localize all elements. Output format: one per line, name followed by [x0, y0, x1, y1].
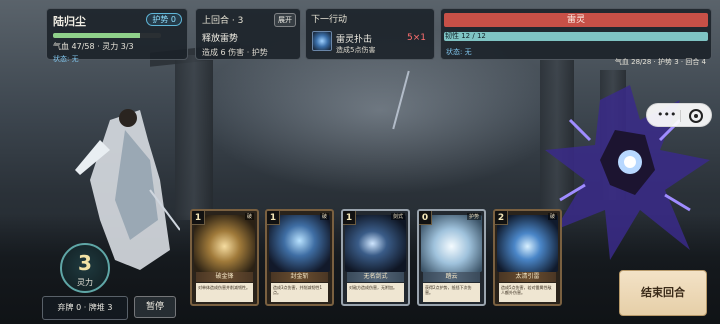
- next-action-name: 雷灵扑击: [336, 35, 373, 45]
- hand-card[interactable]: 1 破 破金锋 对单体造成伤害并削减韧性。: [190, 209, 259, 306]
- miniprogram-capsule: •••: [646, 103, 712, 127]
- next-action-panel: 下一行动 雷灵扑击 造成5点伤害 5×1: [305, 8, 435, 60]
- player-stats: 气血 47/58 · 灵力 3/3: [53, 42, 134, 51]
- next-action-title: 下一行动: [311, 15, 348, 25]
- next-action-count: 5×1: [407, 33, 426, 43]
- player-hp-fill: [53, 33, 141, 38]
- energy-label: 灵力: [77, 278, 93, 287]
- next-action-desc: 造成5点伤害: [336, 46, 376, 54]
- card-cost: 1: [192, 211, 205, 225]
- close-target-icon[interactable]: [689, 109, 703, 123]
- energy-value: 3: [78, 251, 92, 275]
- end-turn-button[interactable]: 结束回合: [619, 270, 707, 316]
- card-desc: 对单体造成伤害并削减韧性。: [196, 283, 253, 302]
- expand-button[interactable]: 展开: [274, 13, 296, 27]
- card-name: 无名剑式: [347, 272, 404, 282]
- hand-card[interactable]: 2 破 太清引雷 造成5点伤害，若对雷属性敌人额外伤害。: [493, 209, 562, 306]
- pause-button[interactable]: 暂停: [134, 296, 176, 318]
- card-cost: 1: [343, 211, 356, 225]
- card-cost: 2: [495, 211, 508, 225]
- card-cost: 1: [267, 211, 280, 225]
- card-name: 破金锋: [196, 272, 253, 282]
- more-icon[interactable]: •••: [657, 108, 676, 122]
- card-desc: 获得2点护势，抵挡下次伤害。: [423, 283, 480, 302]
- hand-card[interactable]: 0 护势 踏云 获得2点护势，抵挡下次伤害。: [417, 209, 486, 306]
- card-name: 太清引雷: [499, 272, 556, 282]
- boss-toughness-text: 韧性 12 / 12: [445, 32, 486, 40]
- last-turn-action: 释放雷势: [202, 34, 239, 44]
- last-turn-effect: 造成 6 伤害 · 护势: [202, 48, 268, 57]
- boss-stats: 气血 28/28 · 护势 3 · 回合 4: [614, 58, 706, 66]
- lightning-bolt: [392, 70, 410, 130]
- thunder-claw-icon: [312, 31, 332, 51]
- card-type: 护势: [466, 213, 481, 220]
- player-status: 状态: 无: [53, 55, 79, 63]
- boss-name: 雷灵: [566, 15, 585, 25]
- boss-status-panel: 雷灵 韧性 12 / 12 状态: 无 气血 28/28 · 护势 3 · 回合…: [440, 8, 712, 66]
- hand-card[interactable]: 1 破 封金斩 造成3点伤害，并削减韧性1点。: [265, 209, 334, 306]
- ruin-pillar-left: [175, 55, 213, 220]
- player-hp-bar: [53, 33, 161, 38]
- deck-pile-counter[interactable]: 弃牌 0 · 牌堆 3: [42, 296, 128, 320]
- card-name: 封金斩: [271, 272, 328, 282]
- player-shield-badge: 护势 0: [146, 13, 182, 26]
- player-status-panel: 陆归尘 护势 0 气血 47/58 · 灵力 3/3 状态: 无: [46, 8, 188, 63]
- card-type: 破: [244, 213, 254, 220]
- hand-card[interactable]: 1 剑式 无名剑式 对敌方造成伤害，无附加。: [341, 209, 410, 306]
- card-cost: 0: [419, 211, 432, 225]
- card-desc: 造成3点伤害，并削减韧性1点。: [271, 283, 328, 302]
- card-type: 剑式: [390, 213, 405, 220]
- card-type: 破: [547, 213, 557, 220]
- card-type: 破: [319, 213, 329, 220]
- capsule-divider: [680, 110, 681, 122]
- energy-orb: 3 灵力: [60, 243, 110, 293]
- card-desc: 对敌方造成伤害，无附加。: [347, 283, 404, 302]
- card-name: 踏云: [423, 272, 480, 282]
- last-turn-panel: 上回合 · 3 展开 释放雷势 造成 6 伤害 · 护势: [195, 8, 301, 60]
- boss-status: 状态: 无: [446, 48, 472, 56]
- card-desc: 造成5点伤害，若对雷属性敌人额外伤害。: [499, 283, 556, 302]
